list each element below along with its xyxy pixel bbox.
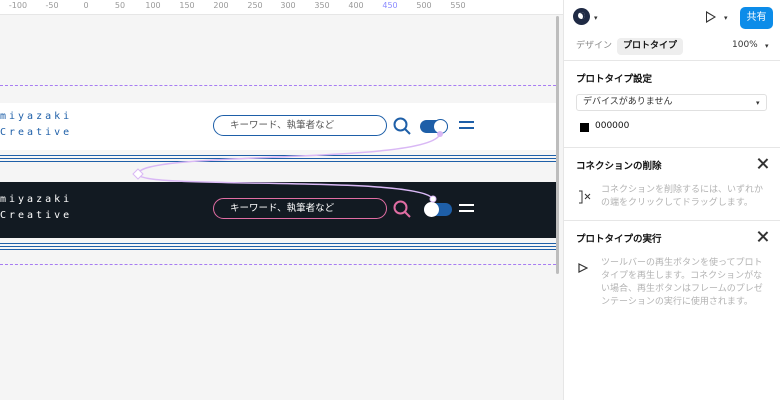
vertical-scrollbar[interactable]: [556, 16, 559, 274]
section-title: プロトタイプの実行: [576, 234, 662, 245]
device-select[interactable]: デバイスがありません: [576, 94, 767, 111]
close-icon[interactable]: [756, 157, 769, 170]
close-icon[interactable]: [756, 230, 769, 243]
panel-toolbar: ▾ ▾ 共有: [564, 0, 780, 36]
chevron-down-icon[interactable]: ▾: [594, 14, 598, 22]
prototype-connection[interactable]: [0, 0, 556, 270]
chevron-down-icon[interactable]: ▾: [765, 42, 769, 50]
play-icon: [578, 263, 588, 273]
prototype-settings-section: プロトタイプ設定 デバイスがありません ▾ 000000: [564, 61, 780, 148]
properties-panel: ▾ ▾ 共有 デザイン プロトタイプ 100% ▾ プロトタイプ設定 デバイスが…: [563, 0, 780, 400]
share-button[interactable]: 共有: [740, 7, 773, 29]
disconnect-icon: [579, 190, 591, 204]
section-title: コネクションの削除: [576, 161, 662, 172]
color-swatch[interactable]: [580, 123, 589, 132]
background-color-value[interactable]: 000000: [595, 121, 629, 131]
avatar[interactable]: [573, 8, 590, 25]
tab-prototype[interactable]: プロトタイプ: [617, 38, 684, 55]
tab-design[interactable]: デザイン: [570, 38, 618, 55]
run-prototype-section: プロトタイプの実行 ツールバーの再生ボタンを使ってプロトタイプを再生します。コネ…: [564, 221, 780, 313]
design-canvas[interactable]: -100 -50 0 50 100 150 200 250 300 350 40…: [0, 0, 563, 400]
delete-connection-section: コネクションの削除 コネクションを削除するには、いずれかの端をクリックしてドラッ…: [564, 148, 780, 221]
play-icon[interactable]: [706, 11, 716, 23]
section-title: プロトタイプ設定: [576, 74, 653, 85]
panel-tabs: デザイン プロトタイプ 100% ▾: [564, 36, 780, 61]
section-description: ツールバーの再生ボタンを使ってプロトタイプを再生します。コネクションがない場合、…: [601, 258, 763, 307]
chevron-down-icon[interactable]: ▾: [724, 14, 728, 22]
zoom-level[interactable]: 100%: [732, 40, 758, 50]
chevron-down-icon: ▾: [756, 99, 760, 107]
section-description: コネクションを削除するには、いずれかの端をクリックしてドラッグします。: [601, 185, 764, 208]
